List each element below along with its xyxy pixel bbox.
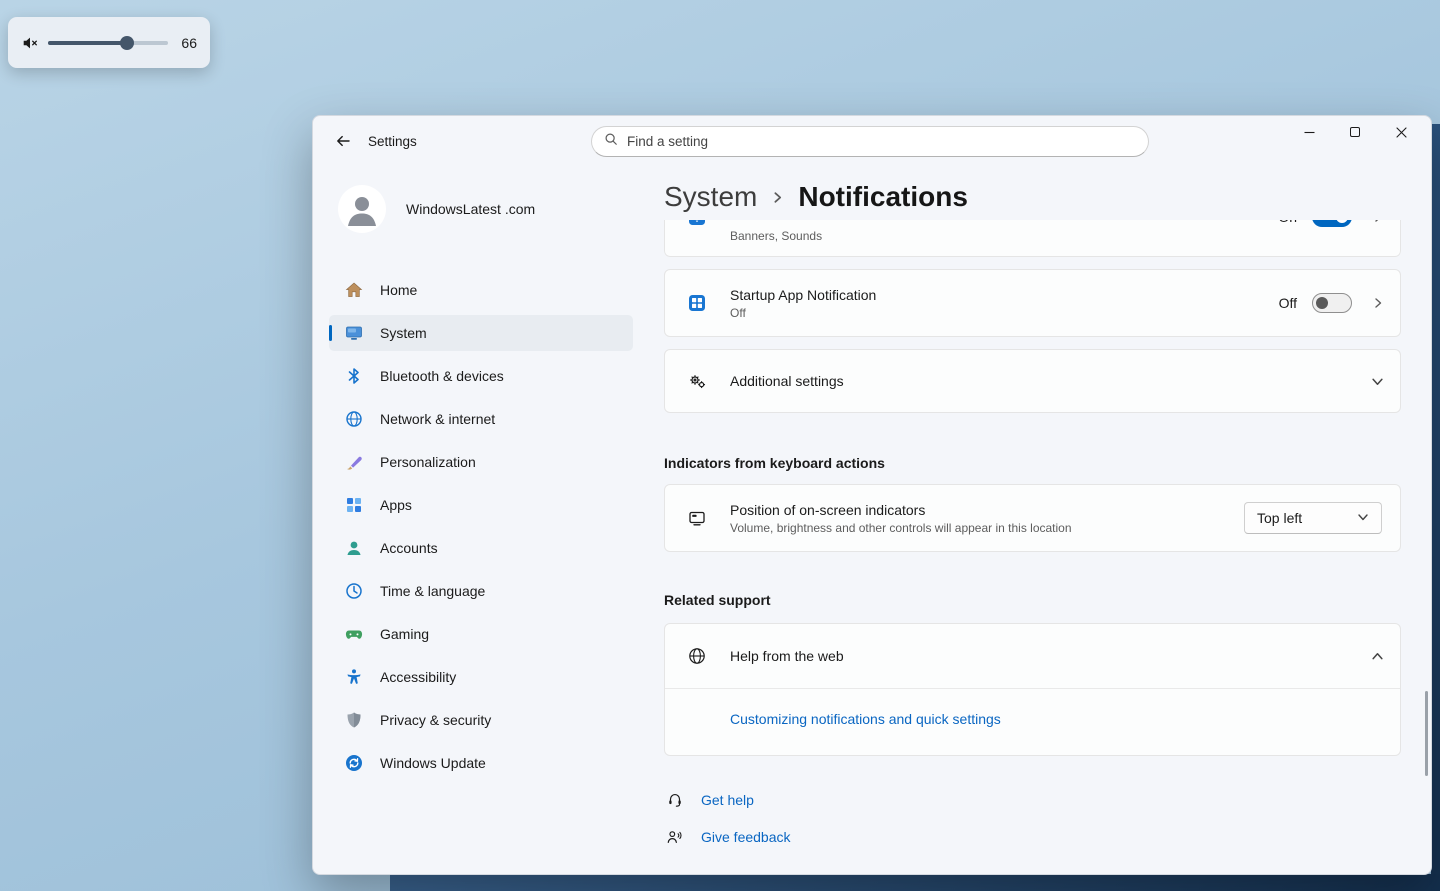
sidebar-item-label: Accounts [380,540,438,556]
notifications-bell-icon [687,220,707,227]
give-feedback-link[interactable]: Give feedback [701,829,791,845]
sidebar-item-system[interactable]: System [329,315,633,351]
apps-grid-icon [344,495,364,515]
volume-mute-icon[interactable] [17,30,43,56]
sidebar-item-label: Windows Update [380,755,486,771]
accessibility-person-icon [344,667,364,687]
back-arrow-icon [335,133,351,149]
breadcrumb-parent[interactable]: System [664,181,757,213]
additional-settings-card[interactable]: Additional settings [664,349,1401,413]
startup-card-subtitle: Off [730,306,876,320]
settings-window: Settings WindowsLatest .com [312,115,1432,875]
sidebar-item-apps[interactable]: Apps [329,487,633,523]
sidebar-item-personalization[interactable]: Personalization [329,444,633,480]
volume-slider[interactable] [48,33,168,53]
privacy-shield-icon [344,710,364,730]
main-content: System Notifications Banners, Sounds On [664,116,1401,846]
home-icon [344,280,364,300]
help-from-web-title: Help from the web [730,648,844,664]
avatar [338,185,386,233]
sidebar-item-label: Time & language [380,583,485,599]
volume-slider-thumb[interactable] [120,36,134,50]
settings-gears-icon [687,371,707,391]
sidebar-item-time-language[interactable]: Time & language [329,573,633,609]
sidebar-item-windows-update[interactable]: Windows Update [329,745,633,781]
sidebar-item-label: Home [380,282,417,298]
chevron-down-icon [1371,375,1384,388]
sidebar-item-network-internet[interactable]: Network & internet [329,401,633,437]
sidebar-item-label: Network & internet [380,411,495,427]
volume-slider-fill [48,41,127,45]
wallpaper-dark-bottom [390,874,1440,891]
network-globe-icon [344,409,364,429]
content-scrollbar[interactable] [1425,691,1428,776]
personalization-brush-icon [344,452,364,472]
chevron-up-icon [1371,650,1384,663]
sidebar: WindowsLatest .com Home System Bluetooth… [313,166,649,874]
notifications-card[interactable]: Banners, Sounds On [664,220,1401,257]
onscreen-indicator-icon [687,508,707,528]
notifications-card-subtitle: Banners, Sounds [730,229,822,243]
accounts-person-icon [344,538,364,558]
sidebar-nav: Home System Bluetooth & devices Network … [329,272,633,788]
help-from-web-card: Help from the web Customizing notificati… [664,623,1401,756]
app-title: Settings [368,134,417,149]
time-language-clock-icon [344,581,364,601]
sidebar-item-label: Personalization [380,454,476,470]
windows-update-icon [344,753,364,773]
breadcrumb: System Notifications [664,181,1401,213]
sidebar-item-accessibility[interactable]: Accessibility [329,659,633,695]
volume-value: 66 [181,35,197,51]
gaming-controller-icon [344,624,364,644]
section-header-related-support: Related support [664,592,1401,608]
volume-osd: 66 [8,17,210,68]
position-indicators-card: Position of on-screen indicators Volume,… [664,484,1401,552]
position-dropdown-value: Top left [1257,510,1302,526]
search-icon [604,132,618,151]
globe-icon [687,646,707,666]
notifications-toggle-label: On [1278,220,1297,225]
back-button[interactable] [329,128,357,154]
sidebar-item-label: Privacy & security [380,712,491,728]
startup-toggle[interactable] [1312,293,1352,313]
position-card-subtitle: Volume, brightness and other controls wi… [730,521,1072,535]
position-dropdown[interactable]: Top left [1244,502,1382,534]
chevron-right-icon [1372,297,1384,309]
sidebar-item-label: System [380,325,427,341]
sidebar-item-accounts[interactable]: Accounts [329,530,633,566]
notifications-card-clipped: Banners, Sounds On [664,220,1401,257]
section-header-keyboard-indicators: Indicators from keyboard actions [664,455,1401,471]
startup-app-icon [687,293,707,313]
get-help-icon [666,791,684,809]
get-help-link[interactable]: Get help [701,792,754,808]
breadcrumb-chevron-icon [771,191,784,204]
bluetooth-icon [344,366,364,386]
chevron-right-icon [1372,220,1384,223]
startup-app-notification-card[interactable]: Startup App Notification Off Off [664,269,1401,337]
get-help-row[interactable]: Get help [666,791,1401,809]
sidebar-item-label: Bluetooth & devices [380,368,504,384]
startup-card-title: Startup App Notification [730,287,876,303]
sidebar-item-gaming[interactable]: Gaming [329,616,633,652]
sidebar-item-label: Apps [380,497,412,513]
wallpaper-dark-edge [1431,124,1440,891]
account-name: WindowsLatest .com [406,201,535,217]
sidebar-item-bluetooth-devices[interactable]: Bluetooth & devices [329,358,633,394]
additional-settings-title: Additional settings [730,373,844,389]
position-card-title: Position of on-screen indicators [730,502,1072,518]
help-from-web-header[interactable]: Help from the web [665,624,1400,688]
sidebar-item-privacy-security[interactable]: Privacy & security [329,702,633,738]
sidebar-item-home[interactable]: Home [329,272,633,308]
startup-toggle-label: Off [1279,295,1297,311]
give-feedback-row[interactable]: Give feedback [666,828,1401,846]
help-link-customizing-notifications[interactable]: Customizing notifications and quick sett… [730,711,1001,727]
sidebar-item-label: Gaming [380,626,429,642]
notifications-toggle[interactable] [1312,220,1352,227]
system-icon [344,323,364,343]
chevron-down-icon [1357,510,1369,526]
page-title: Notifications [798,181,968,213]
give-feedback-icon [666,828,684,846]
sidebar-item-label: Accessibility [380,669,456,685]
user-profile[interactable]: WindowsLatest .com [338,185,535,233]
